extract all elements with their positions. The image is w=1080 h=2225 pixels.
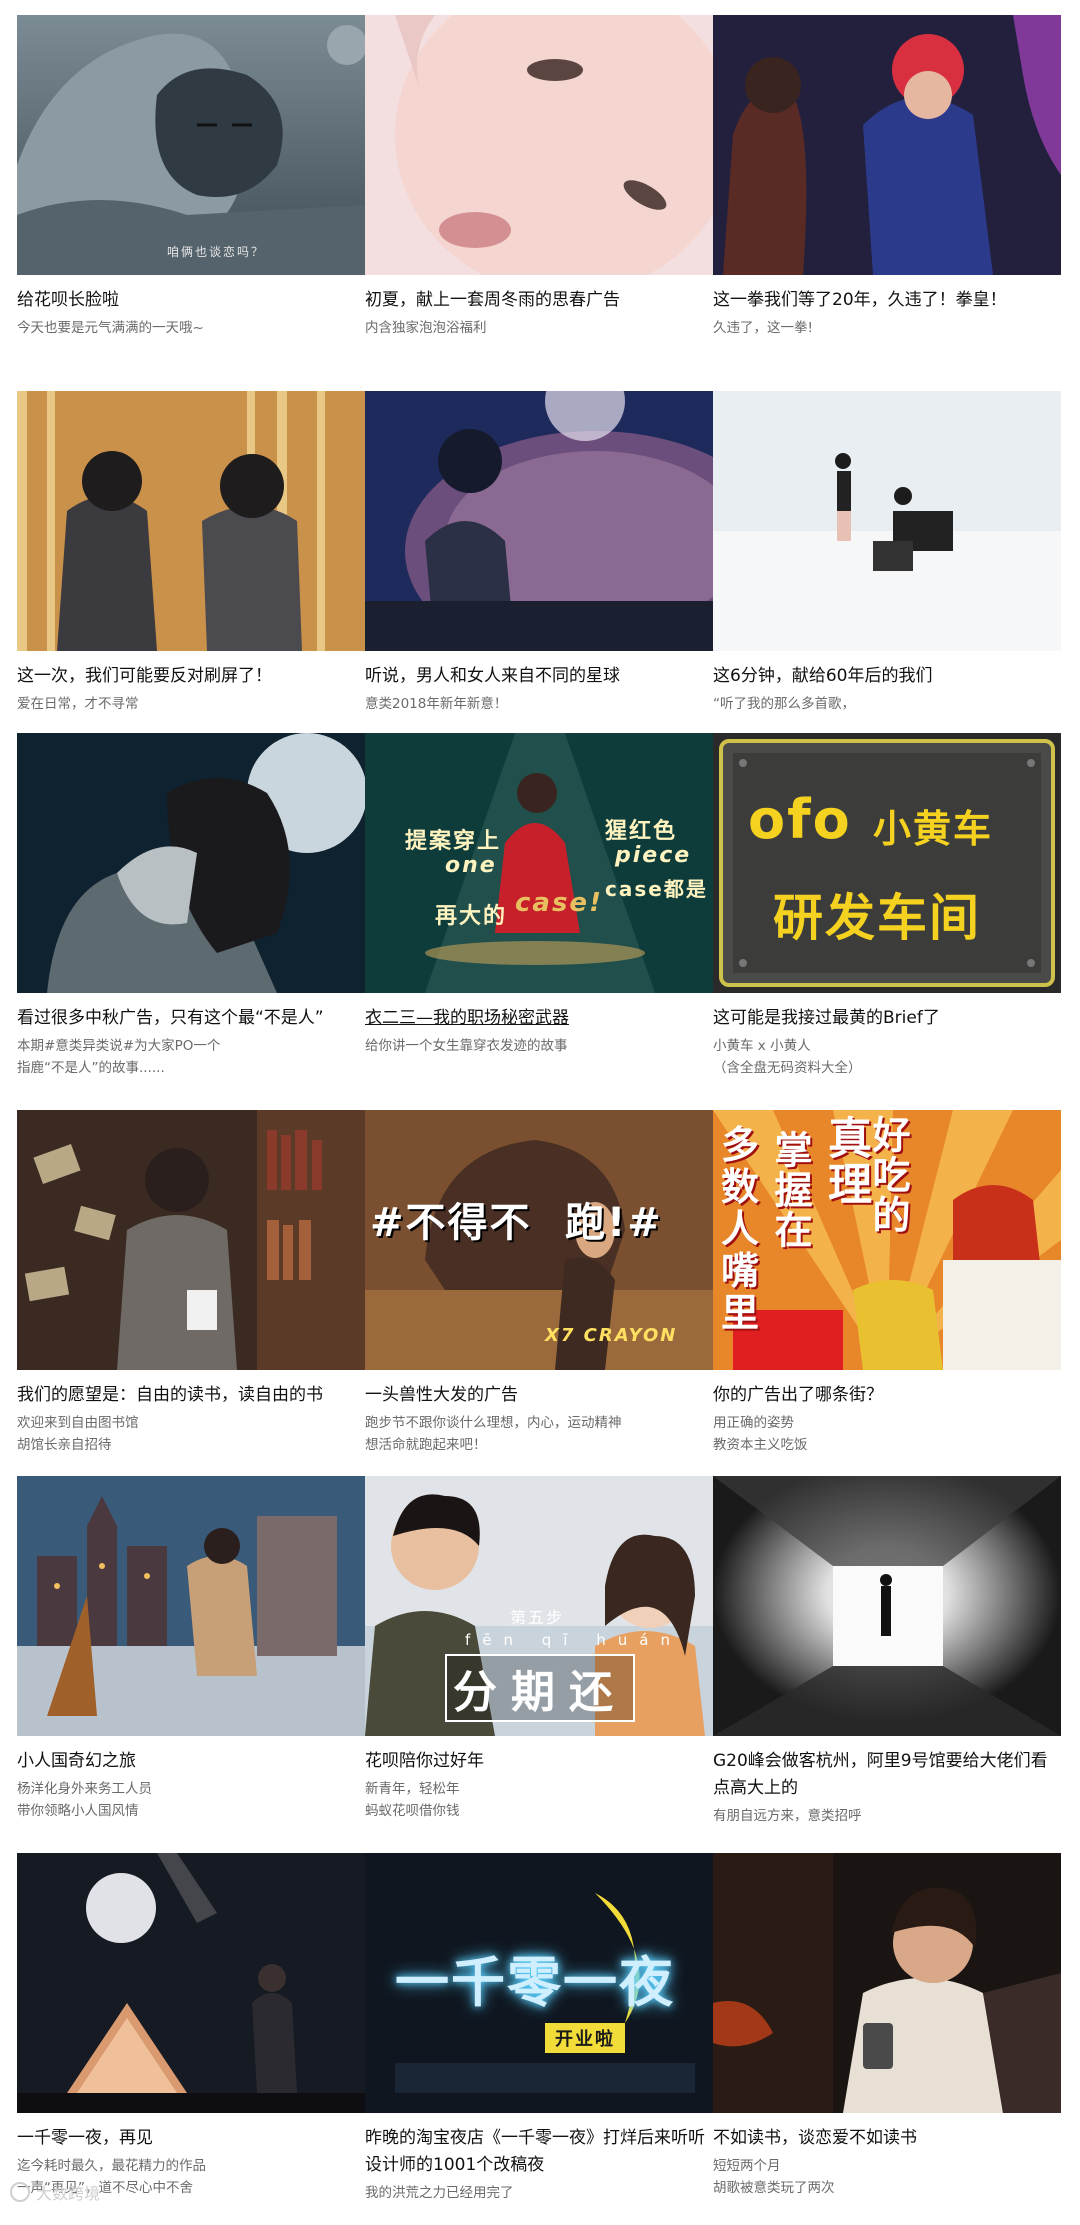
card-subtitle: 短短两个月 胡歌被意类玩了两次 [713, 2158, 835, 2196]
thumbnail-caption: 咱俩也谈恋吗？ [167, 245, 266, 259]
thumbnail-image[interactable]: 多 数 人 嘴 里 掌握在 真理 好吃的 [713, 1110, 1061, 1370]
watermark: 大数跨境 [10, 2180, 100, 2204]
card-r6c1[interactable]: 一千零一夜，再见 迄今耗时最久，最花精力的作品 一声“再见”，道不尽心中不舍 [17, 1853, 365, 2199]
card-subtitle: 我的洪荒之力已经用完了 [365, 2185, 514, 2201]
card-subtitle: 用正确的姿势 教资本主义吃饭 [713, 1415, 808, 1453]
card-subtitle: 欢迎来到自由图书馆 胡馆长亲自招待 [17, 1415, 139, 1453]
card-subtitle: 今天也要是元气满满的一天哦~ [17, 320, 204, 336]
thumbnail-image[interactable]: ofo 小黄车 研发车间 [713, 733, 1061, 993]
thumbnail-image[interactable] [17, 1110, 365, 1370]
watermark-logo-icon [10, 2182, 30, 2202]
card-title[interactable]: 我们的愿望是：自由的读书，读自由的书 [17, 1382, 365, 1409]
thumbnail-text: 猩红色 [605, 819, 678, 844]
card-title[interactable]: 这一拳我们等了20年，久违了！拳皇！ [713, 287, 1061, 314]
thumbnail-image[interactable] [713, 1853, 1061, 2113]
thumbnail-text: X7 CRAYON [545, 1325, 678, 1346]
thumbnail-image[interactable] [713, 1476, 1061, 1736]
thumbnail-image[interactable] [365, 391, 713, 651]
card-title[interactable]: 看过很多中秋广告，只有这个最“不是人” [17, 1005, 365, 1032]
neon-sign-text: 开业啦 [545, 2023, 625, 2053]
card-r5c3[interactable]: G20峰会做客杭州，阿里9号馆要给大佬们看点高大上的 有朋自远方来，意类招呼 [713, 1476, 1061, 1827]
thumbnail-text: 小黄车 [873, 807, 994, 851]
card-title[interactable]: 小人国奇幻之旅 [17, 1748, 365, 1775]
card-title[interactable]: 你的广告出了哪条街？ [713, 1382, 1061, 1409]
card-r2c3[interactable]: 这6分钟，献给60年后的我们 “听了我的那么多首歌， [713, 391, 1061, 715]
neon-sign-text: 一千零一夜 [395, 1951, 675, 2014]
card-r3c2[interactable]: 提案穿上 one piece 猩红色 再大的 case! case都是 衣二三—… [365, 733, 713, 1057]
card-r4c1[interactable]: 我们的愿望是：自由的读书，读自由的书 欢迎来到自由图书馆 胡馆长亲自招待 [17, 1110, 365, 1456]
thumbnail-text: 跑!# [565, 1200, 663, 1246]
thumbnail-text: one [445, 853, 497, 878]
thumbnail-image[interactable] [713, 391, 1061, 651]
thumbnail-text: 分期还 [445, 1654, 635, 1722]
card-subtitle: 杨洋化身外来务工人员 带你领略小人国风情 [17, 1781, 152, 1819]
card-r3c3[interactable]: ofo 小黄车 研发车间 这可能是我接过最黄的Brief了 小黄车 x 小黄人（… [713, 733, 1061, 1079]
card-subtitle: 爱在日常，才不寻常 [17, 696, 139, 712]
card-title[interactable]: 这一次，我们可能要反对刷屏了！ [17, 663, 365, 690]
thumbnail-image[interactable] [365, 15, 713, 275]
card-title[interactable]: 这6分钟，献给60年后的我们 [713, 663, 1061, 690]
card-subtitle: 久违了，这一拳! [713, 320, 813, 336]
thumbnail-text: 研发车间 [773, 889, 981, 947]
thumbnail-text: piece [615, 843, 692, 868]
card-title[interactable]: 听说，男人和女人来自不同的星球 [365, 663, 713, 690]
thumbnail-image[interactable]: 提案穿上 one piece 猩红色 再大的 case! case都是 [365, 733, 713, 993]
card-r5c1[interactable]: 小人国奇幻之旅 杨洋化身外来务工人员 带你领略小人国风情 [17, 1476, 365, 1822]
card-subtitle: 本期#意类异类说#为大家PO一个 指鹿“不是人”的故事...... [17, 1038, 221, 1076]
card-r4c3[interactable]: 多 数 人 嘴 里 掌握在 真理 好吃的 你的广告出了哪条街？ 用正确的姿势 教资… [713, 1110, 1061, 1456]
card-title[interactable]: 给花呗长脸啦 [17, 287, 365, 314]
card-subtitle: 意类2018年新年新意！ [365, 696, 508, 712]
card-r1c2[interactable]: 初夏，献上一套周冬雨的思春广告 内含独家泡泡浴福利 [365, 15, 713, 339]
card-subtitle: 有朋自远方来，意类招呼 [713, 1808, 862, 1824]
thumbnail-image[interactable]: 第五步 fēn qī huán 分期还 [365, 1476, 713, 1736]
thumbnail-image[interactable]: 一千零一夜 开业啦 [365, 1853, 713, 2113]
card-subtitle: 内含独家泡泡浴福利 [365, 320, 487, 336]
thumbnail-text: 好吃的 [866, 1115, 910, 1235]
thumbnail-text: fēn qī huán [465, 1631, 682, 1649]
card-subtitle: 小黄车 x 小黄人 （含全盘无码资料大全） [713, 1038, 862, 1076]
ofo-logo-text: ofo [748, 788, 852, 851]
thumbnail-image[interactable] [17, 1853, 365, 2113]
thumbnail-image[interactable]: #不得不 跑!# X7 CRAYON [365, 1110, 713, 1370]
thumbnail-image[interactable]: 咱俩也谈恋吗？ [17, 15, 365, 275]
card-title[interactable]: 不如读书，谈恋爱不如读书 [713, 2125, 1061, 2152]
thumbnail-image[interactable] [17, 391, 365, 651]
thumbnail-text: 再大的 [435, 904, 508, 929]
card-title[interactable]: 初夏，献上一套周冬雨的思春广告 [365, 287, 713, 314]
card-r5c2[interactable]: 第五步 fēn qī huán 分期还 花呗陪你过好年 新青年，轻松年 蚂蚁花呗借… [365, 1476, 713, 1822]
card-title[interactable]: 花呗陪你过好年 [365, 1748, 713, 1775]
card-title[interactable]: 一头兽性大发的广告 [365, 1382, 713, 1409]
card-subtitle: “听了我的那么多首歌， [713, 696, 855, 712]
thumbnail-text: case! [515, 888, 603, 918]
card-r3c1[interactable]: 看过很多中秋广告，只有这个最“不是人” 本期#意类异类说#为大家PO一个 指鹿“不… [17, 733, 365, 1079]
card-subtitle: 新青年，轻松年 蚂蚁花呗借你钱 [365, 1781, 460, 1819]
card-title[interactable]: G20峰会做客杭州，阿里9号馆要给大佬们看点高大上的 [713, 1748, 1061, 1802]
card-r4c2[interactable]: #不得不 跑!# X7 CRAYON 一头兽性大发的广告 跑步节不跟你谈什么理想… [365, 1110, 713, 1456]
card-title[interactable]: 这可能是我接过最黄的Brief了 [713, 1005, 1061, 1032]
card-title[interactable]: 一千零一夜，再见 [17, 2125, 365, 2152]
thumbnail-text: 里 [721, 1291, 762, 1335]
thumbnail-text: 掌握在 [768, 1130, 812, 1250]
thumbnail-text: case都是 [605, 877, 708, 901]
card-r2c2[interactable]: 听说，男人和女人来自不同的星球 意类2018年新年新意！ [365, 391, 713, 715]
card-subtitle: 给你讲一个女生靠穿衣发迹的故事 [365, 1038, 568, 1054]
thumbnail-text: #不得不 [370, 1200, 532, 1246]
thumbnail-image[interactable] [17, 733, 365, 993]
card-r1c3[interactable]: 这一拳我们等了20年，久违了！拳皇！ 久违了，这一拳! [713, 15, 1061, 339]
thumbnail-text: 第五步 [510, 1608, 565, 1627]
card-title[interactable]: 衣二三—我的职场秘密武器 [365, 1005, 713, 1032]
card-r6c2[interactable]: 一千零一夜 开业啦 昨晚的淘宝夜店《一千零一夜》打烊后来听听设计师的1001个改… [365, 1853, 713, 2204]
card-r1c1[interactable]: 咱俩也谈恋吗？ 给花呗长脸啦 今天也要是元气满满的一天哦~ [17, 15, 365, 339]
thumbnail-text: 提案穿上 [405, 829, 502, 854]
thumbnail-image[interactable] [17, 1476, 365, 1736]
card-subtitle: 跑步节不跟你谈什么理想，内心，运动精神 想活命就跑起来吧！ [365, 1415, 622, 1453]
card-r6c3[interactable]: 不如读书，谈恋爱不如读书 短短两个月 胡歌被意类玩了两次 [713, 1853, 1061, 2199]
card-title[interactable]: 昨晚的淘宝夜店《一千零一夜》打烊后来听听设计师的1001个改稿夜 [365, 2125, 713, 2179]
card-r2c1[interactable]: 这一次，我们可能要反对刷屏了！ 爱在日常，才不寻常 [17, 391, 365, 715]
thumbnail-image[interactable] [713, 15, 1061, 275]
watermark-text: 大数跨境 [36, 2184, 101, 2203]
